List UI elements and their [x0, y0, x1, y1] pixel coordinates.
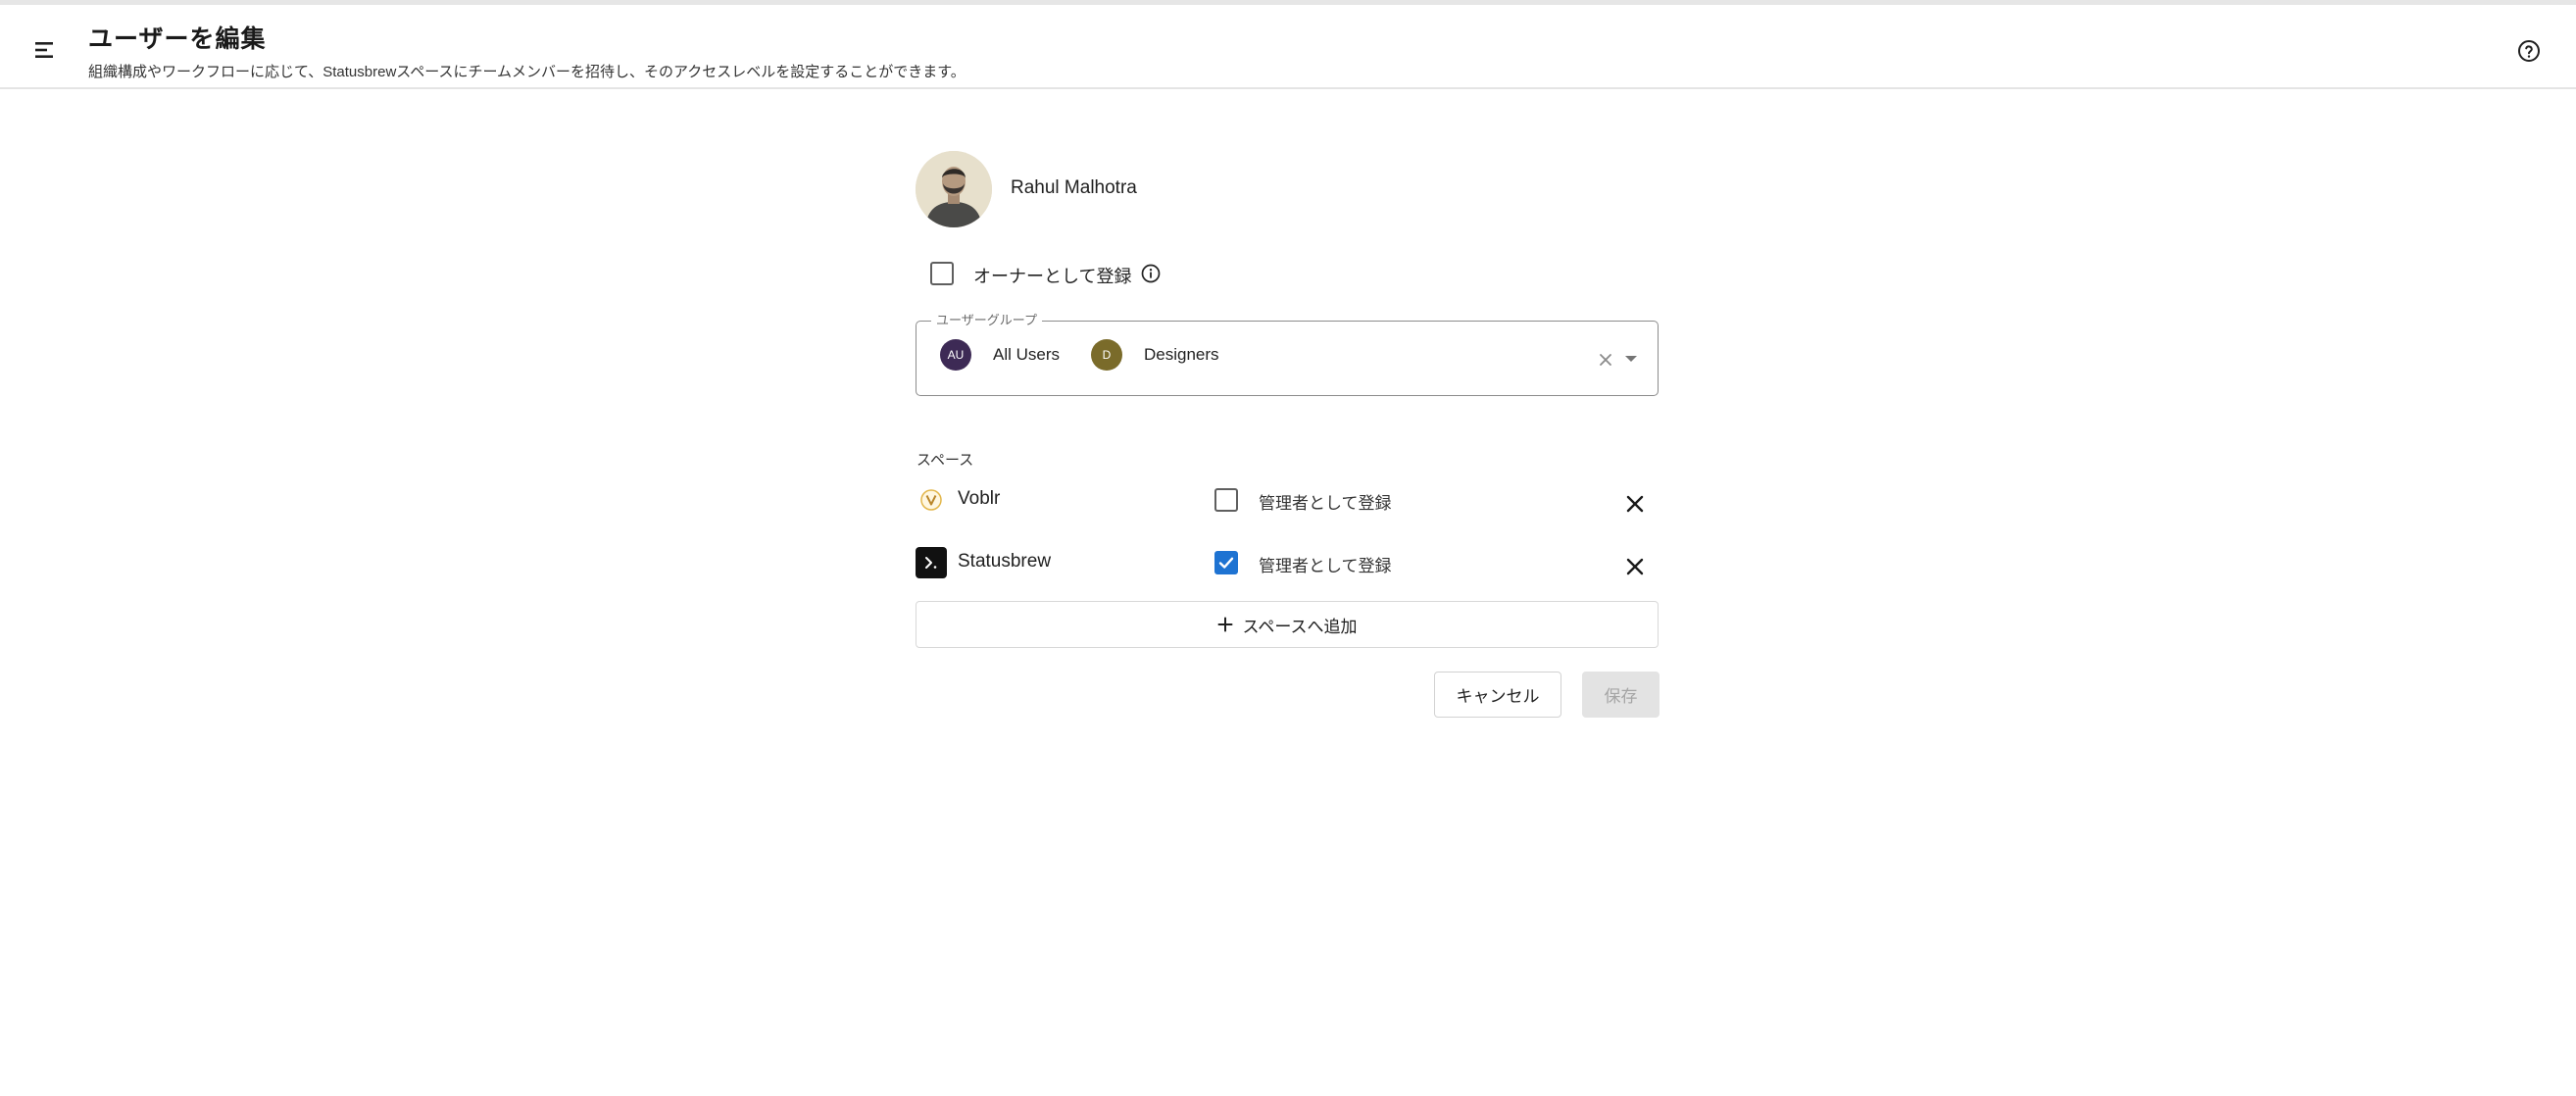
admin-label: 管理者として登録 — [1259, 557, 1392, 575]
statusbrew-logo-icon — [916, 547, 947, 578]
page-title: ユーザーを編集 — [88, 25, 267, 53]
caret-down-icon[interactable] — [1625, 356, 1637, 362]
user-group-label: ユーザーグループ — [931, 310, 1042, 328]
page-subtitle: 組織構成やワークフローに応じて、Statusbrewスペースにチームメンバーを招… — [88, 64, 966, 80]
save-button[interactable]: 保存 — [1582, 672, 1660, 718]
spaces-section-title: スペース — [916, 452, 974, 469]
plus-icon — [1217, 617, 1233, 632]
user-group-chip-badge: AU — [940, 339, 971, 371]
info-icon[interactable] — [1140, 263, 1162, 284]
user-name: Rahul Malhotra — [1011, 177, 1137, 198]
space-name: Voblr — [958, 488, 1001, 509]
admin-label: 管理者として登録 — [1259, 494, 1392, 513]
add-space-button[interactable]: スペースへ追加 — [916, 601, 1659, 648]
avatar — [916, 151, 992, 227]
cancel-button[interactable]: キャンセル — [1434, 672, 1561, 718]
add-space-label: スペースへ追加 — [1242, 617, 1358, 636]
remove-space-icon[interactable] — [1622, 491, 1648, 517]
remove-space-icon[interactable] — [1622, 554, 1648, 579]
space-name: Statusbrew — [958, 551, 1052, 572]
check-icon — [1218, 557, 1234, 569]
user-group-chip-badge: D — [1091, 339, 1122, 371]
help-circle-icon[interactable] — [2510, 32, 2548, 70]
page-header: ユーザーを編集 組織構成やワークフローに応じて、Statusbrewスペースにチ… — [0, 5, 2576, 89]
owner-checkbox[interactable] — [930, 262, 954, 285]
admin-checkbox[interactable] — [1214, 488, 1238, 512]
owner-label: オーナーとして登録 — [973, 267, 1132, 286]
admin-checkbox[interactable] — [1214, 551, 1238, 574]
close-icon[interactable] — [1596, 350, 1615, 370]
voblr-logo-icon — [916, 484, 947, 516]
user-group-chip-label: All Users — [993, 345, 1061, 364]
user-group-chip-label: Designers — [1144, 345, 1219, 364]
menu-icon[interactable] — [27, 32, 63, 68]
